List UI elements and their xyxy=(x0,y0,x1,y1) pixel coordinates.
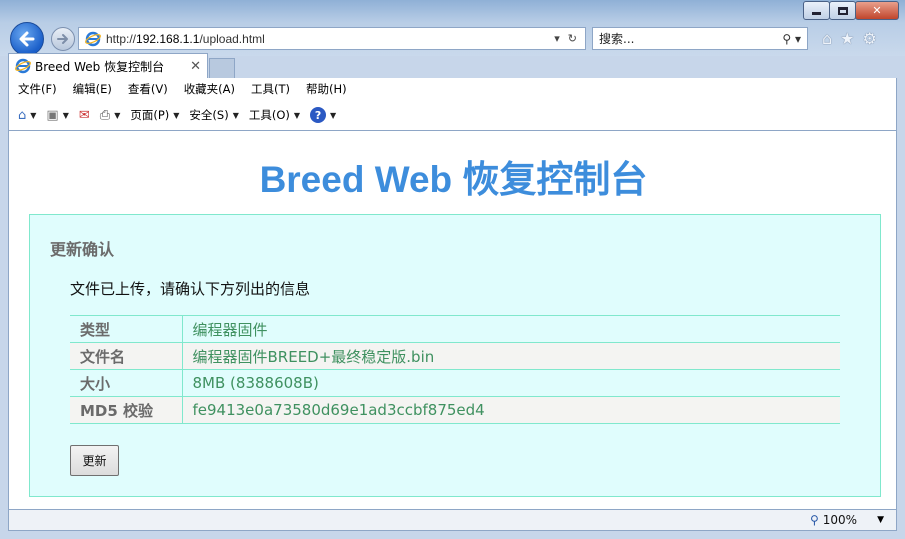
favorites-star-icon[interactable]: ★ xyxy=(840,29,854,48)
minimize-icon xyxy=(812,12,821,15)
tab-close-icon[interactable]: ✕ xyxy=(190,59,201,74)
new-tab-button[interactable] xyxy=(209,58,235,78)
safety-menu[interactable]: 安全(S) ▼ xyxy=(189,107,238,123)
address-bar[interactable]: http://192.168.1.1/upload.html ▾ ↻ xyxy=(78,27,586,50)
table-row: 文件名 编程器固件BREED+最终稳定版.bin xyxy=(70,342,840,370)
window-controls: ✕ xyxy=(803,1,899,20)
chevron-down-icon: ▼ xyxy=(114,110,121,120)
status-bar: ⚲ 100% ▼ xyxy=(8,509,897,531)
menu-favorites[interactable]: 收藏夹(A) xyxy=(184,81,235,97)
home-icon: ⌂ xyxy=(18,107,27,123)
rss-feed-icon: ▣ xyxy=(46,107,59,123)
safety-menu-label: 安全(S) xyxy=(189,108,229,122)
address-url: http://192.168.1.1/upload.html xyxy=(106,31,265,46)
row-value-filename: 编程器固件BREED+最终稳定版.bin xyxy=(182,342,840,370)
home-icon[interactable]: ⌂ xyxy=(822,29,832,48)
maximize-button[interactable] xyxy=(829,1,856,20)
printer-icon: ⎙ xyxy=(99,107,111,123)
row-value-type: 编程器固件 xyxy=(182,315,840,343)
tab-breed-web[interactable]: Breed Web 恢复控制台 ✕ xyxy=(8,53,208,78)
page-content: Breed Web 恢复控制台 更新确认 文件已上传，请确认下方列出的信息 类型… xyxy=(8,131,897,509)
ie-tab-icon xyxy=(15,58,31,74)
table-row: 类型 编程器固件 xyxy=(70,315,840,343)
search-box[interactable]: 搜索... ⚲ ▾ xyxy=(592,27,808,50)
browser-title-bar: ✕ http://192.168.1.1/upload.html ▾ ↻ 搜索.… xyxy=(0,0,905,56)
back-button[interactable] xyxy=(10,22,44,56)
help-command[interactable]: ? ▼ xyxy=(310,107,336,123)
browser-toolbar-icons: ⌂ ★ ⚙ xyxy=(822,29,877,48)
forward-arrow-icon xyxy=(57,34,68,44)
ie-logo-icon xyxy=(85,31,101,46)
chevron-down-icon: ▼ xyxy=(232,110,239,120)
forward-button[interactable] xyxy=(51,27,75,51)
command-bar: ⌂ ▼ ▣ ▼ ✉ ⎙ ▼ 页面(P) ▼ 安全(S) ▼ 工具(O) ▼ ? ▼ xyxy=(8,100,897,131)
file-info-table: 类型 编程器固件 文件名 编程器固件BREED+最终稳定版.bin 大小 8MB… xyxy=(70,315,840,424)
panel-title: 更新确认 xyxy=(50,240,115,259)
update-confirm-panel: 更新确认 文件已上传，请确认下方列出的信息 类型 编程器固件 文件名 编程器固件… xyxy=(29,214,881,497)
update-button[interactable]: 更新 xyxy=(70,445,119,476)
search-input[interactable]: 搜索... xyxy=(599,30,782,47)
page-menu[interactable]: 页面(P) ▼ xyxy=(130,107,179,123)
print-command[interactable]: ⎙ ▼ xyxy=(100,108,121,123)
tools-menu-label: 工具(O) xyxy=(248,108,290,122)
menu-view[interactable]: 查看(V) xyxy=(128,81,168,97)
tab-row: Breed Web 恢复控制台 ✕ xyxy=(0,52,905,78)
chevron-down-icon: ▼ xyxy=(173,110,180,120)
chevron-down-icon: ▼ xyxy=(30,110,37,120)
row-key-size: 大小 xyxy=(70,369,183,397)
help-icon: ? xyxy=(310,107,327,123)
refresh-icon[interactable]: ↻ xyxy=(568,32,577,45)
maximize-icon xyxy=(837,6,848,15)
tools-menu[interactable]: 工具(O) ▼ xyxy=(249,107,300,123)
row-value-md5: fe9413e0a73580d69e1ad3ccbf875ed4 xyxy=(182,396,840,424)
row-key-type: 类型 xyxy=(70,315,183,343)
chevron-down-icon: ▼ xyxy=(62,110,69,120)
home-command[interactable]: ⌂ ▼ xyxy=(18,108,36,123)
tab-title: Breed Web 恢复控制台 xyxy=(35,59,165,74)
row-key-filename: 文件名 xyxy=(70,342,183,370)
zoom-icon: ⚲ xyxy=(809,513,819,527)
search-icon[interactable]: ⚲ ▾ xyxy=(782,32,801,46)
menu-edit[interactable]: 编辑(E) xyxy=(73,81,112,97)
zoom-dropdown-icon[interactable]: ▼ xyxy=(877,515,884,525)
mail-icon: ✉ xyxy=(78,107,90,123)
table-row: 大小 8MB (8388608B) xyxy=(70,369,840,397)
page-menu-label: 页面(P) xyxy=(130,108,170,122)
row-value-size: 8MB (8388608B) xyxy=(182,369,840,397)
menu-file[interactable]: 文件(F) xyxy=(18,81,57,97)
menu-tools[interactable]: 工具(T) xyxy=(251,81,290,97)
page-title: Breed Web 恢复控制台 xyxy=(259,159,648,200)
feeds-command[interactable]: ▣ ▼ xyxy=(46,108,68,123)
chevron-down-icon: ▼ xyxy=(293,110,301,120)
settings-gear-icon[interactable]: ⚙ xyxy=(863,29,877,48)
table-row: MD5 校验 fe9413e0a73580d69e1ad3ccbf875ed4 xyxy=(70,396,840,424)
address-dropdown-icon[interactable]: ▾ xyxy=(554,32,560,45)
row-key-md5: MD5 校验 xyxy=(70,396,183,424)
zoom-level[interactable]: 100% xyxy=(823,513,857,527)
back-arrow-icon xyxy=(19,31,35,47)
mail-command[interactable]: ✉ xyxy=(79,108,90,123)
close-button[interactable]: ✕ xyxy=(855,1,899,20)
menu-help[interactable]: 帮助(H) xyxy=(306,81,347,97)
menu-bar: 文件(F) 编辑(E) 查看(V) 收藏夹(A) 工具(T) 帮助(H) xyxy=(8,78,897,100)
chevron-down-icon: ▼ xyxy=(330,110,337,120)
minimize-button[interactable] xyxy=(803,1,830,20)
upload-message: 文件已上传，请确认下方列出的信息 xyxy=(70,280,311,298)
